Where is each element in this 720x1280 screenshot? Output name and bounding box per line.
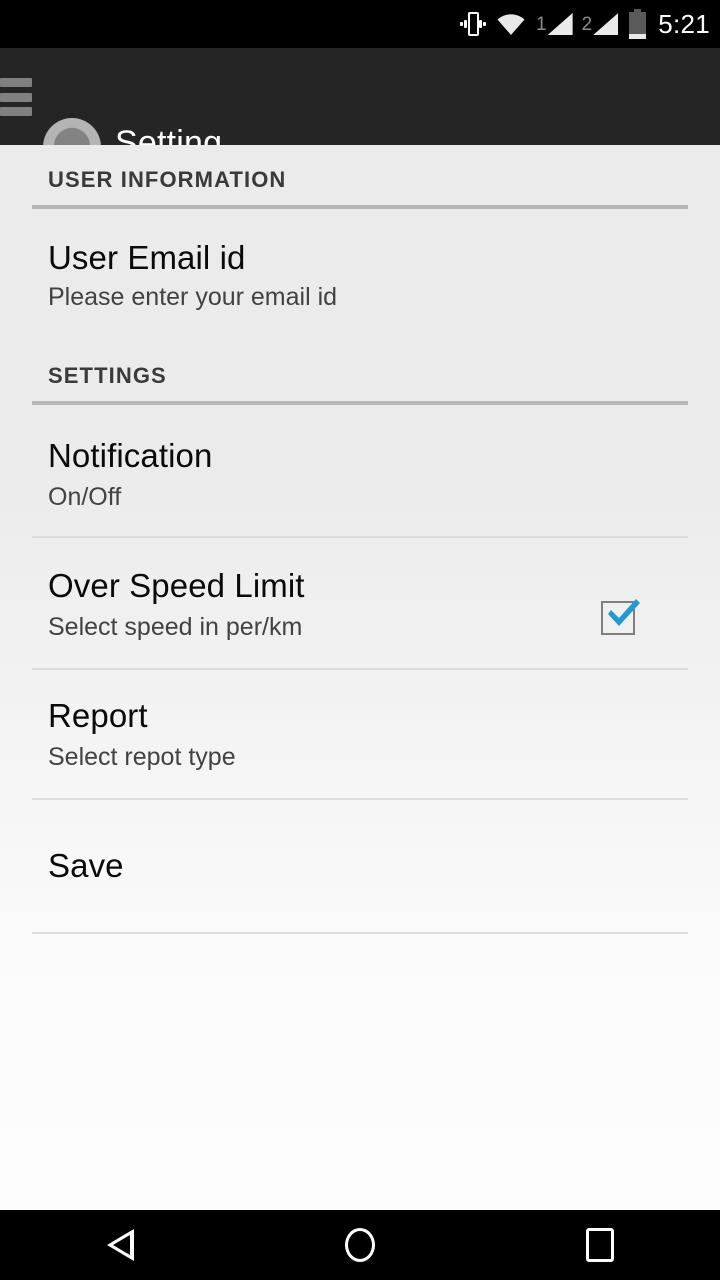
list-item-title: User Email id: [48, 239, 246, 276]
hamburger-menu-icon[interactable]: [0, 78, 32, 116]
phone-screen: 1 2 5:21 Setting USER INFORMATION User E…: [0, 0, 720, 1280]
list-item-save[interactable]: Save: [0, 843, 720, 933]
row-divider-save: [32, 932, 688, 934]
section-header-user-information: USER INFORMATION: [48, 167, 287, 192]
home-circle-icon: [345, 1228, 375, 1262]
recents-button[interactable]: [480, 1210, 720, 1280]
list-item-subtitle: On/Off: [48, 483, 122, 511]
list-item-user-email[interactable]: User Email id Please enter your email id: [0, 235, 720, 335]
row-divider-report: [32, 798, 688, 800]
list-item-notification[interactable]: Notification On/Off: [0, 433, 720, 536]
settings-content: USER INFORMATION User Email id Please en…: [0, 145, 720, 1210]
sim1-bars: [547, 13, 573, 35]
list-item-title: Save: [48, 847, 124, 884]
list-item-subtitle: Select speed in per/km: [48, 613, 303, 641]
sim2-bars: [593, 13, 619, 35]
list-item-over-speed-limit[interactable]: Over Speed Limit Select speed in per/km: [0, 563, 720, 668]
section-header-settings: SETTINGS: [48, 363, 167, 388]
signal-sim1-icon: 1: [536, 13, 573, 35]
battery-icon: [629, 9, 647, 39]
list-item-title: Over Speed Limit: [48, 567, 305, 604]
home-button[interactable]: [240, 1210, 480, 1280]
action-bar: Setting: [0, 48, 720, 176]
wifi-icon: [495, 11, 527, 37]
recents-square-icon: [586, 1228, 614, 1262]
list-item-report[interactable]: Report Select repot type: [0, 693, 720, 798]
sim1-label: 1: [536, 14, 547, 35]
back-triangle-icon: [106, 1229, 134, 1261]
status-bar: 1 2 5:21: [0, 0, 720, 48]
list-item-title: Report: [48, 697, 148, 734]
list-item-title: Notification: [48, 437, 213, 474]
row-divider-notification: [32, 536, 688, 538]
row-divider-over-speed-limit: [32, 668, 688, 670]
section-divider-user-information: [32, 205, 688, 209]
sim2-label: 2: [581, 14, 593, 35]
list-item-subtitle: Please enter your email id: [48, 283, 338, 311]
vibrate-icon: [460, 9, 487, 39]
navigation-bar: [0, 1210, 720, 1280]
status-bar-clock: 5:21: [658, 8, 710, 39]
section-divider-settings: [32, 401, 688, 405]
list-item-subtitle: Select repot type: [48, 743, 236, 771]
signal-sim2-icon: 2: [582, 13, 619, 35]
back-button[interactable]: [0, 1210, 240, 1280]
